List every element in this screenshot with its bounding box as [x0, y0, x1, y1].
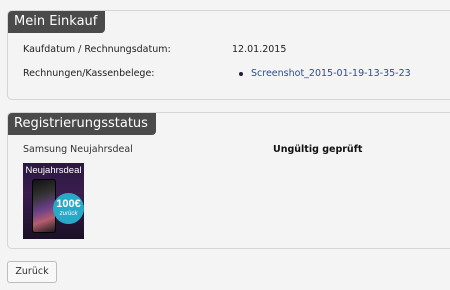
list-bullet — [239, 72, 243, 76]
badge-value: 100 — [56, 198, 75, 210]
purchase-date-label: Kaufdatum / Rechnungsdatum: — [23, 44, 171, 55]
registration-status: Ungültig geprüft — [273, 144, 363, 155]
cashback-badge: 100€ zurück — [53, 193, 84, 224]
deal-image-title: Neujahrsdeal — [25, 165, 82, 176]
registration-panel: Registrierungsstatus Samsung Neujahrsdea… — [7, 112, 450, 249]
back-button[interactable]: Zurück — [7, 261, 57, 283]
registration-panel-title: Registrierungsstatus — [8, 113, 156, 135]
deal-promo-image: Neujahrsdeal 100€ zurück — [23, 163, 84, 239]
deal-name: Samsung Neujahrsdeal — [23, 144, 133, 155]
receipts-label: Rechnungen/Kassenbelege: — [23, 68, 155, 79]
purchase-panel-title: Mein Einkauf — [8, 11, 106, 33]
purchase-date-value: 12.01.2015 — [232, 44, 287, 55]
badge-suffix: € — [74, 198, 81, 210]
badge-caption: zurück — [59, 211, 78, 217]
receipt-link[interactable]: Screenshot_2015-01-19-13-35-23 — [251, 68, 411, 79]
purchase-panel: Mein Einkauf Kaufdatum / Rechnungsdatum:… — [7, 10, 450, 100]
